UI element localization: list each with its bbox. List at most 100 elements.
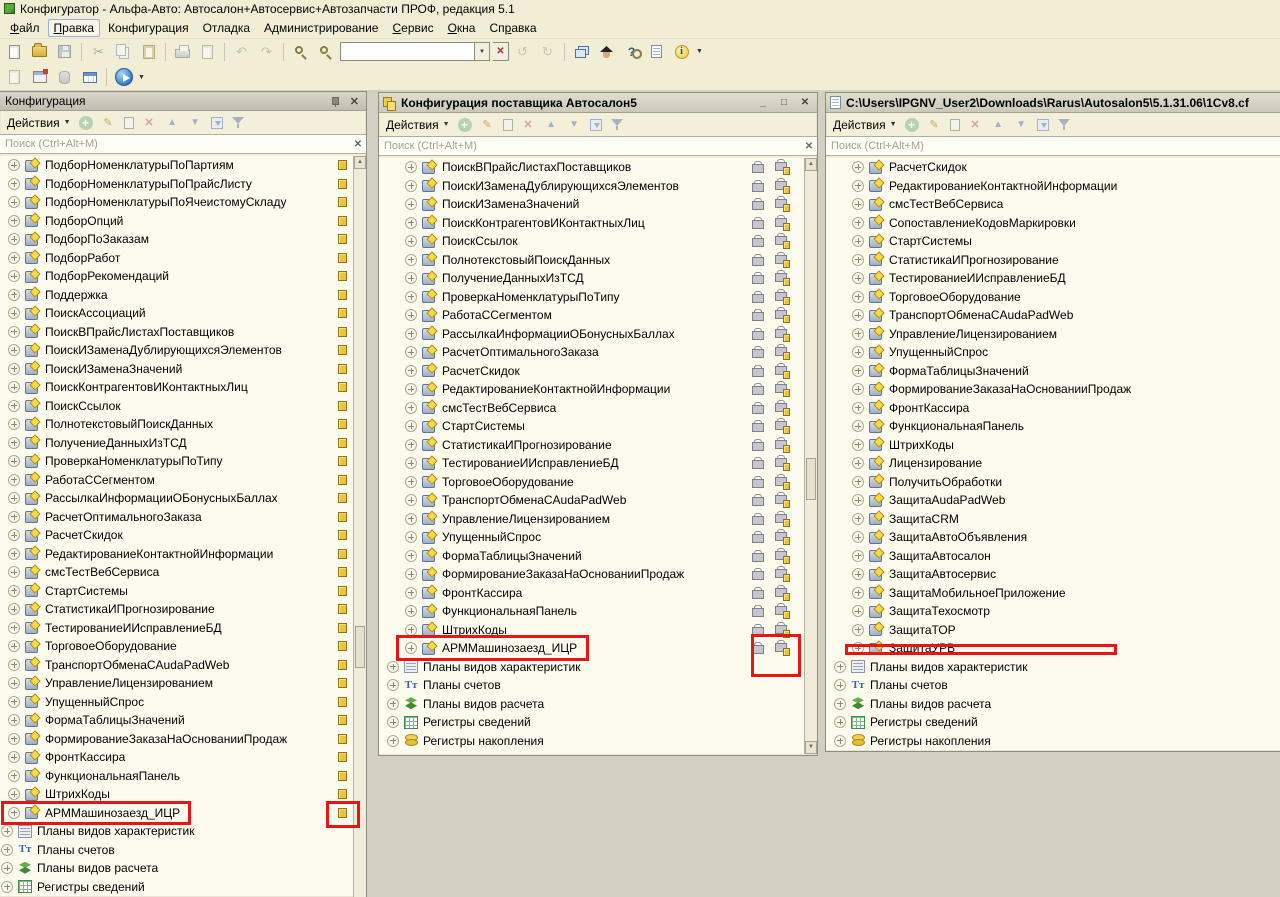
tree-item[interactable]: ЗащитаУРВ [826,639,1280,658]
actions-menu-button[interactable]: Действия [386,118,439,132]
expand-icon[interactable] [834,716,846,728]
tree-item[interactable]: Поддержка [0,286,366,305]
expand-icon[interactable] [1,844,13,856]
expand-icon[interactable] [405,550,417,562]
menu-item[interactable]: Окна [442,19,482,37]
clear-search-icon[interactable]: ✕ [801,141,817,152]
close-icon[interactable]: ✕ [348,95,361,108]
combobox-dropdown-icon[interactable]: ▼ [474,43,489,60]
tree-item[interactable]: СтатистикаИПрогнозирование [0,600,366,619]
tree-category[interactable]: Регистры сведений [826,713,1280,732]
search-input[interactable] [379,140,801,152]
tree-category[interactable]: ТтПланы счетов [826,676,1280,695]
tree-item[interactable]: ФронтКассира [0,748,366,767]
search-input[interactable] [0,138,350,150]
tree-category[interactable]: ТтПланы счетов [0,841,366,860]
expand-icon[interactable] [405,494,417,506]
tree-item[interactable]: СтартСистемы [0,582,366,601]
expand-icon[interactable] [852,624,864,636]
search-input[interactable] [826,140,1280,152]
tree-item[interactable]: ФронтКассира [379,584,817,603]
tree-category[interactable]: Планы видов характеристик [0,822,366,841]
tree-item[interactable]: ШтрихКоды [826,436,1280,455]
expand-icon[interactable] [8,178,20,190]
clone-button[interactable] [950,119,960,131]
actions-menu-button[interactable]: Действия [7,116,60,130]
expand-icon[interactable] [405,402,417,414]
scroll-down-icon[interactable]: ▼ [805,741,817,754]
tree-item[interactable]: СтатистикаИПрогнозирование [379,436,817,455]
tree-item[interactable]: ЗащитаМобильноеПриложение [826,584,1280,603]
expand-icon[interactable] [8,252,20,264]
tree-item[interactable]: ПолучитьОбработки [826,473,1280,492]
tree-item[interactable]: РассылкаИнформацииОБонусныхБаллах [379,325,817,344]
tree-category[interactable]: Регистры накопления [379,732,817,751]
add-button[interactable]: + [79,116,93,130]
expand-icon[interactable] [8,363,20,375]
filter-button[interactable] [610,117,625,132]
tree-category[interactable]: Планы видов расчета [379,695,817,714]
tree-item[interactable]: УпущенныйСпрос [0,693,366,712]
cut-button[interactable]: ✂ [87,41,110,63]
clear-search-icon[interactable]: ✕ [350,139,366,150]
tree-item[interactable]: ТестированиеИИсправлениеБД [379,454,817,473]
menu-item[interactable]: Правка [48,19,101,37]
expand-icon[interactable] [8,307,20,319]
expand-icon[interactable] [852,439,864,451]
open-button[interactable] [28,41,51,63]
expand-icon[interactable] [8,696,20,708]
search-button[interactable] [314,41,337,63]
expand-icon[interactable] [852,550,864,562]
expand-icon[interactable] [8,270,20,282]
expand-icon[interactable] [852,198,864,210]
expand-icon[interactable] [8,289,20,301]
move-up-button[interactable]: ▲ [165,115,180,130]
expand-icon[interactable] [852,476,864,488]
tree-item[interactable]: ШтрихКоды [0,785,366,804]
copy-button[interactable] [112,41,135,63]
expand-icon[interactable] [852,235,864,247]
expand-icon[interactable] [405,605,417,617]
tree-item[interactable]: УпущенныйСпрос [379,528,817,547]
tree-item[interactable]: ТорговоеОборудование [826,288,1280,307]
tree-item[interactable]: ПоискВПрайсЛистахПоставщиков [0,323,366,342]
expand-icon[interactable] [405,420,417,432]
tree-item[interactable]: РедактированиеКонтактнойИнформации [826,177,1280,196]
tree-item[interactable]: смсТестВебСервиса [0,563,366,582]
expand-icon[interactable] [852,254,864,266]
expand-icon[interactable] [387,661,399,673]
tree-item[interactable]: ПодборНоменклатурыПоЯчеистомуСкладу [0,193,366,212]
clone-button[interactable] [124,117,134,129]
expand-icon[interactable] [8,788,20,800]
help-index-button[interactable]: ? [620,41,643,63]
expand-icon[interactable] [852,513,864,525]
tree-item[interactable]: УправлениеЛицензированием [379,510,817,529]
tree-item[interactable]: ПодборНоменклатурыПоПрайсЛисту [0,175,366,194]
tree-category[interactable]: Планы видов расчета [826,695,1280,714]
tree-item[interactable]: ТорговоеОборудование [379,473,817,492]
expand-icon[interactable] [8,807,20,819]
tree-item[interactable]: АРММашинозаезд_ИЦР [0,804,366,823]
tree-item[interactable]: ФормаТаблицыЗначений [379,547,817,566]
tree-category[interactable]: Планы видов характеристик [826,658,1280,677]
tree-item[interactable]: ТорговоеОборудование [0,637,366,656]
tree-item[interactable]: ТранспортОбменаСAudaPadWeb [826,306,1280,325]
expand-icon[interactable] [405,642,417,654]
tree-item[interactable]: ФронтКассира [826,399,1280,418]
tree-item[interactable]: ПоискКонтрагентовИКонтактныхЛиц [0,378,366,397]
close-button[interactable]: ✕ [797,97,813,108]
tree-item[interactable]: ТестированиеИИсправлениеБД [826,269,1280,288]
tree-category[interactable]: Планы видов расчета [0,859,366,878]
move-down-button[interactable]: ▼ [1014,117,1029,132]
expand-icon[interactable] [852,272,864,284]
tree-item[interactable]: ПоискИЗаменаДублирующихсяЭлементов [379,177,817,196]
info-button[interactable]: i [670,41,693,63]
tree-item[interactable]: ЗащитаТОР [826,621,1280,640]
expand-icon[interactable] [8,400,20,412]
tree-item[interactable]: ПодборРабот [0,249,366,268]
edit-button[interactable]: ✎ [101,115,116,130]
debug-dropdown-icon[interactable]: ▼ [138,74,145,81]
close-window-tool-button[interactable] [28,66,51,88]
expand-icon[interactable] [387,735,399,747]
menu-item[interactable]: Файл [4,19,46,37]
